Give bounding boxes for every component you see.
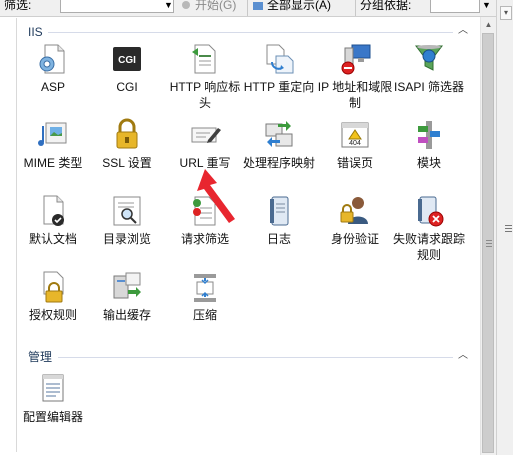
scrollbar-grip [486,243,492,244]
svg-text:404: 404 [349,140,361,147]
feature-label: 日志 [266,232,291,246]
feature-error-pages[interactable]: 404 错误页 [316,118,394,171]
feature-mime-types[interactable]: MIME 类型 [14,118,92,171]
feature-label: IP 地址和域限制 [317,80,393,110]
failed-request-tracing-icon [418,196,444,227]
ip-domain-restrictions-icon [341,44,371,75]
feature-url-rewrite[interactable]: URL 重写 [166,118,244,171]
default-document-icon [43,195,64,226]
vertical-scrollbar[interactable]: ▲ [480,17,496,455]
group-divider [48,32,453,33]
feature-asp[interactable]: ASP [14,42,92,95]
feature-label: 授权规则 [28,308,77,322]
feature-label: 配置编辑器 [22,410,83,424]
collapse-management-icon[interactable]: ︿ [457,350,469,362]
feature-cgi[interactable]: CGI CGI [88,42,166,95]
feature-label: HTTP 响应标头 [169,80,241,110]
feature-compression[interactable]: 压缩 [166,270,244,323]
group-by-dropdown-icon[interactable]: ▼ [482,0,491,13]
feature-label: ISAPI 筛选器 [393,80,464,94]
feature-output-caching[interactable]: 输出缓存 [88,270,166,323]
feature-label: ASP [40,80,65,94]
scroll-up-icon[interactable]: ▲ [481,17,496,32]
toolbar-separator [247,0,248,16]
feature-ssl-settings[interactable]: SSL 设置 [88,118,166,171]
outer-scroll-button[interactable]: ▾ [500,6,512,20]
feature-logging[interactable]: 日志 [240,194,318,247]
ssl-settings-icon [116,118,138,149]
feature-label: CGI [116,80,138,94]
feature-failed-request-tracing[interactable]: 失败请求跟踪规则 [390,194,468,263]
outer-grip-icon [505,225,512,232]
group-header-management[interactable]: 管理 [28,349,52,365]
feature-label: 身份验证 [330,232,379,246]
scrollbar-thumb[interactable] [482,33,494,453]
feature-label: HTTP 重定向 [243,80,315,94]
collapse-iis-icon[interactable]: ︿ [457,25,469,37]
group-by-label: 分组依据: [360,0,412,12]
mime-types-icon [38,122,67,146]
group-by-select[interactable] [430,0,480,13]
scrollbar-grip [486,246,492,247]
modules-icon [418,121,440,149]
svg-text:CGI: CGI [118,55,136,66]
group-divider [58,357,453,358]
url-rewrite-icon [191,127,221,143]
handler-mappings-icon [265,121,293,147]
feature-isapi-filters[interactable]: ISAPI 筛选器 [390,42,468,95]
feature-authentication[interactable]: 身份验证 [316,194,394,247]
feature-label: 模块 [416,156,441,170]
http-redirect-icon [266,44,294,74]
filter-label: 筛选: [4,0,32,12]
show-all-button[interactable]: 全部显示(A) [252,0,331,13]
feature-handler-mappings[interactable]: 处理程序映射 [240,118,318,171]
feature-label: 请求筛选 [180,232,229,246]
error-pages-icon: 404 [341,122,369,148]
compression-icon [194,274,216,302]
feature-label: 输出缓存 [102,308,151,322]
start-button-label: 开始(G) [195,0,237,12]
feature-http-response-headers[interactable]: HTTP 响应标头 [166,42,244,111]
cgi-icon: CGI [113,47,141,71]
toolbar-separator [355,0,356,16]
feature-label: 压缩 [192,308,217,322]
feature-ip-domain-restrictions[interactable]: IP 地址和域限制 [316,42,394,111]
output-caching-icon [113,272,141,299]
feature-modules[interactable]: 模块 [390,118,468,171]
outer-scroll-frame: ▾ [496,0,513,455]
authentication-icon [340,197,368,224]
feature-default-document[interactable]: 默认文档 [14,194,92,247]
scrollbar-grip [486,240,492,241]
logging-icon [270,196,289,226]
configuration-editor-icon [42,374,64,402]
directory-browsing-icon [113,196,141,226]
filter-input[interactable] [60,0,174,13]
feature-label: 默认文档 [28,232,77,246]
feature-configuration-editor[interactable]: 配置编辑器 [14,372,92,425]
filter-dropdown-icon[interactable]: ▼ [164,0,173,13]
start-icon [182,0,190,9]
feature-directory-browsing[interactable]: 目录浏览 [88,194,166,247]
asp-icon [39,44,65,74]
feature-authorization-rules[interactable]: 授权规则 [14,270,92,323]
show-all-icon [253,1,263,10]
feature-label: MIME 类型 [23,156,83,170]
annotation-arrow [197,169,235,223]
show-all-label: 全部显示(A) [267,0,331,12]
feature-label: 失败请求跟踪规则 [392,232,465,262]
feature-label: 错误页 [336,156,373,170]
filter-toolbar: 筛选: ▼ 开始(G) 全部显示(A) 分组依据: ▼ [0,0,513,17]
feature-label: 处理程序映射 [242,156,315,170]
authorization-rules-icon [43,271,64,303]
feature-label: SSL 设置 [102,156,152,170]
group-header-iis[interactable]: IIS [28,24,43,40]
isapi-filters-icon [415,45,443,71]
feature-http-redirect[interactable]: HTTP 重定向 [240,42,318,95]
http-response-headers-icon [192,44,216,74]
feature-label: 目录浏览 [102,232,151,246]
start-button[interactable]: 开始(G) [180,0,236,13]
